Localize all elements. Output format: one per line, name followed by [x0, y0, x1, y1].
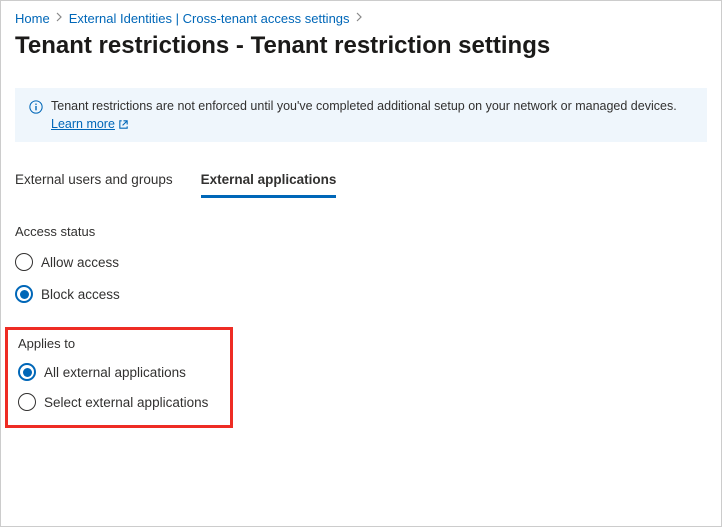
radio-icon [15, 253, 33, 271]
chevron-right-icon [356, 12, 363, 25]
info-content: Tenant restrictions are not enforced unt… [51, 99, 677, 131]
radio-icon [15, 285, 33, 303]
radio-all-external-apps[interactable]: All external applications [18, 363, 220, 381]
access-status-group: Allow access Block access [15, 253, 707, 303]
tab-external-applications[interactable]: External applications [201, 166, 337, 198]
radio-label: Select external applications [44, 395, 208, 410]
radio-block-access[interactable]: Block access [15, 285, 707, 303]
radio-select-external-apps[interactable]: Select external applications [18, 393, 220, 411]
access-status-label: Access status [15, 224, 707, 239]
radio-allow-access[interactable]: Allow access [15, 253, 707, 271]
applies-to-highlight: Applies to All external applications Sel… [5, 327, 233, 428]
learn-more-label: Learn more [51, 117, 115, 131]
info-text: Tenant restrictions are not enforced unt… [51, 99, 677, 113]
tab-external-users-groups[interactable]: External users and groups [15, 166, 173, 198]
breadcrumb: Home External Identities | Cross-tenant … [15, 11, 707, 26]
chevron-right-icon [56, 12, 63, 25]
breadcrumb-home[interactable]: Home [15, 11, 50, 26]
radio-label: Allow access [41, 255, 119, 270]
info-bar: Tenant restrictions are not enforced unt… [15, 88, 707, 142]
applies-to-label: Applies to [18, 336, 220, 351]
radio-label: All external applications [44, 365, 186, 380]
tabs: External users and groups External appli… [15, 166, 707, 198]
radio-label: Block access [41, 287, 120, 302]
external-link-icon [118, 119, 129, 130]
info-icon [29, 100, 43, 117]
breadcrumb-external-identities[interactable]: External Identities | Cross-tenant acces… [69, 11, 350, 26]
radio-icon [18, 363, 36, 381]
radio-icon [18, 393, 36, 411]
learn-more-link[interactable]: Learn more [51, 117, 129, 131]
page-title: Tenant restrictions - Tenant restriction… [15, 32, 707, 60]
